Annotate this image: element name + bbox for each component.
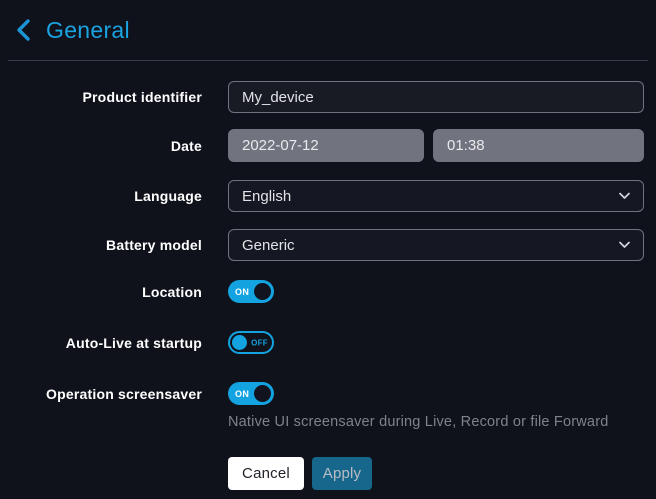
product-identifier-input[interactable] [228,81,644,113]
auto-live-label: Auto-Live at startup [0,335,202,351]
action-buttons: Cancel Apply [228,457,656,490]
location-label: Location [0,284,202,300]
toggle-state-text: OFF [251,338,268,347]
language-row: Language English [0,180,656,212]
date-row: Date [0,129,656,162]
operation-screensaver-label: Operation screensaver [0,386,202,402]
location-toggle[interactable]: ON [228,280,274,303]
general-settings-page: General Product identifier Date Language… [0,0,656,499]
product-identifier-label: Product identifier [0,89,202,105]
battery-model-selected-value: Generic [242,237,295,254]
date-input [228,129,424,162]
operation-screensaver-row: Operation screensaver ON [0,382,656,405]
toggle-knob [254,385,271,402]
language-label: Language [0,188,202,204]
toggle-knob [254,283,271,300]
chevron-down-icon [619,193,630,200]
toggle-state-text: ON [235,287,249,297]
page-header: General [0,0,656,45]
screensaver-hint-row: Native UI screensaver during Live, Recor… [0,414,656,430]
operation-screensaver-toggle[interactable]: ON [228,382,274,405]
cancel-button[interactable]: Cancel [228,457,304,490]
date-label: Date [0,138,202,154]
back-button[interactable] [15,18,32,42]
time-input [433,129,644,162]
apply-button[interactable]: Apply [312,457,372,490]
page-title: General [46,15,130,45]
product-identifier-row: Product identifier [0,81,656,113]
chevron-left-icon [15,18,32,42]
settings-form: Product identifier Date Language English [0,61,656,490]
language-selected-value: English [242,188,291,205]
chevron-down-icon [619,242,630,249]
battery-model-select[interactable]: Generic [228,229,644,261]
location-row: Location ON [0,280,656,303]
auto-live-row: Auto-Live at startup OFF [0,331,656,354]
battery-model-row: Battery model Generic [0,229,656,261]
screensaver-hint-text: Native UI screensaver during Live, Recor… [228,414,648,430]
toggle-knob [232,335,247,350]
language-select[interactable]: English [228,180,644,212]
toggle-state-text: ON [235,389,249,399]
auto-live-toggle[interactable]: OFF [228,331,274,354]
battery-model-label: Battery model [0,237,202,253]
